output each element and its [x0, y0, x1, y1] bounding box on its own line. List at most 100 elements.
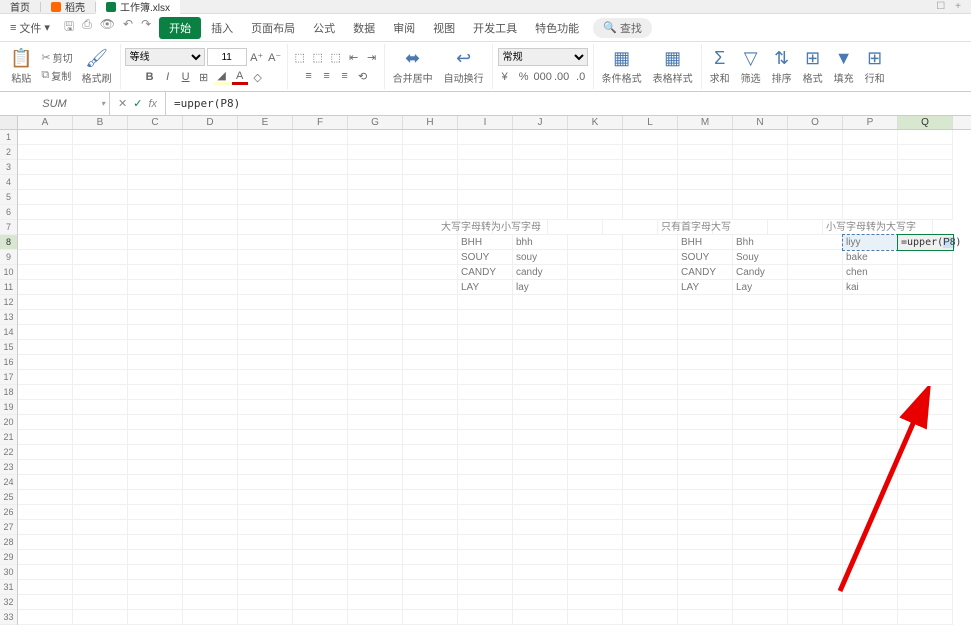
row-header-29[interactable]: 29	[0, 550, 17, 565]
cell-G25[interactable]	[348, 490, 403, 505]
cell-M6[interactable]	[678, 205, 733, 220]
cell-N17[interactable]	[733, 370, 788, 385]
cell-E30[interactable]	[238, 565, 293, 580]
cell-C9[interactable]	[128, 250, 183, 265]
cell-G28[interactable]	[348, 535, 403, 550]
cell-K24[interactable]	[568, 475, 623, 490]
underline-button[interactable]: U	[178, 69, 194, 85]
cell-G31[interactable]	[348, 580, 403, 595]
cell-F7[interactable]	[293, 220, 348, 235]
cell-M11[interactable]: LAY	[678, 280, 733, 295]
cell-Q27[interactable]	[898, 520, 953, 535]
cell-B26[interactable]	[73, 505, 128, 520]
align-left-icon[interactable]: ≡	[301, 68, 317, 84]
cell-J20[interactable]	[513, 415, 568, 430]
confirm-icon[interactable]: ✓	[133, 97, 142, 110]
cell-P3[interactable]	[843, 160, 898, 175]
cell-D18[interactable]	[183, 385, 238, 400]
cell-C10[interactable]	[128, 265, 183, 280]
cell-I29[interactable]	[458, 550, 513, 565]
paste-button[interactable]: 📋粘贴	[6, 48, 36, 85]
cell-J15[interactable]	[513, 340, 568, 355]
row-col-button[interactable]: ⊞行和	[861, 48, 889, 85]
cell-Q11[interactable]	[898, 280, 953, 295]
cell-H9[interactable]	[403, 250, 458, 265]
cell-C14[interactable]	[128, 325, 183, 340]
cell-P29[interactable]	[843, 550, 898, 565]
cell-P32[interactable]	[843, 595, 898, 610]
row-header-7[interactable]: 7	[0, 220, 17, 235]
cell-I23[interactable]	[458, 460, 513, 475]
cell-C26[interactable]	[128, 505, 183, 520]
cell-F18[interactable]	[293, 385, 348, 400]
cell-B16[interactable]	[73, 355, 128, 370]
cell-O26[interactable]	[788, 505, 843, 520]
cell-N10[interactable]: Candy	[733, 265, 788, 280]
col-header-A[interactable]: A	[18, 116, 73, 129]
cell-P8[interactable]: liyy	[843, 235, 898, 250]
cell-B13[interactable]	[73, 310, 128, 325]
cell-H14[interactable]	[403, 325, 458, 340]
cell-J12[interactable]	[513, 295, 568, 310]
cell-N31[interactable]	[733, 580, 788, 595]
cell-P26[interactable]	[843, 505, 898, 520]
cell-I2[interactable]	[458, 145, 513, 160]
increase-font-icon[interactable]: A⁺	[249, 49, 265, 65]
cell-M15[interactable]	[678, 340, 733, 355]
cell-C32[interactable]	[128, 595, 183, 610]
cell-F14[interactable]	[293, 325, 348, 340]
cell-D21[interactable]	[183, 430, 238, 445]
cell-C20[interactable]	[128, 415, 183, 430]
cell-O16[interactable]	[788, 355, 843, 370]
row-header-15[interactable]: 15	[0, 340, 17, 355]
cell-Q17[interactable]	[898, 370, 953, 385]
cell-D11[interactable]	[183, 280, 238, 295]
cell-I12[interactable]	[458, 295, 513, 310]
cell-M31[interactable]	[678, 580, 733, 595]
cell-D32[interactable]	[183, 595, 238, 610]
cell-J21[interactable]	[513, 430, 568, 445]
cell-H12[interactable]	[403, 295, 458, 310]
cell-H28[interactable]	[403, 535, 458, 550]
cell-H22[interactable]	[403, 445, 458, 460]
redo-icon[interactable]: ↷	[141, 17, 151, 38]
cell-M4[interactable]	[678, 175, 733, 190]
cell-O10[interactable]	[788, 265, 843, 280]
cell-K12[interactable]	[568, 295, 623, 310]
row-header-2[interactable]: 2	[0, 145, 17, 160]
cell-N24[interactable]	[733, 475, 788, 490]
cell-G27[interactable]	[348, 520, 403, 535]
cell-G33[interactable]	[348, 610, 403, 625]
cell-H19[interactable]	[403, 400, 458, 415]
cell-E3[interactable]	[238, 160, 293, 175]
cell-N26[interactable]	[733, 505, 788, 520]
row-header-13[interactable]: 13	[0, 310, 17, 325]
cell-J8[interactable]: bhh	[513, 235, 568, 250]
cell-I21[interactable]	[458, 430, 513, 445]
format-button[interactable]: ⊞格式	[799, 48, 827, 85]
cell-G17[interactable]	[348, 370, 403, 385]
cell-N12[interactable]	[733, 295, 788, 310]
cell-E19[interactable]	[238, 400, 293, 415]
cell-K7[interactable]	[548, 220, 603, 235]
cell-A1[interactable]	[18, 130, 73, 145]
cell-A6[interactable]	[18, 205, 73, 220]
name-box[interactable]: SUM	[0, 92, 110, 115]
cell-L4[interactable]	[623, 175, 678, 190]
cell-A9[interactable]	[18, 250, 73, 265]
cell-Q18[interactable]	[898, 385, 953, 400]
cell-F13[interactable]	[293, 310, 348, 325]
cell-D4[interactable]	[183, 175, 238, 190]
cell-Q15[interactable]	[898, 340, 953, 355]
cell-Q21[interactable]	[898, 430, 953, 445]
cell-P4[interactable]	[843, 175, 898, 190]
cell-I20[interactable]	[458, 415, 513, 430]
cell-N30[interactable]	[733, 565, 788, 580]
cell-J29[interactable]	[513, 550, 568, 565]
cell-G7[interactable]	[348, 220, 403, 235]
cell-H8[interactable]	[403, 235, 458, 250]
cell-N1[interactable]	[733, 130, 788, 145]
search-box[interactable]: 🔍 查找	[593, 18, 652, 38]
cell-M26[interactable]	[678, 505, 733, 520]
cell-D12[interactable]	[183, 295, 238, 310]
